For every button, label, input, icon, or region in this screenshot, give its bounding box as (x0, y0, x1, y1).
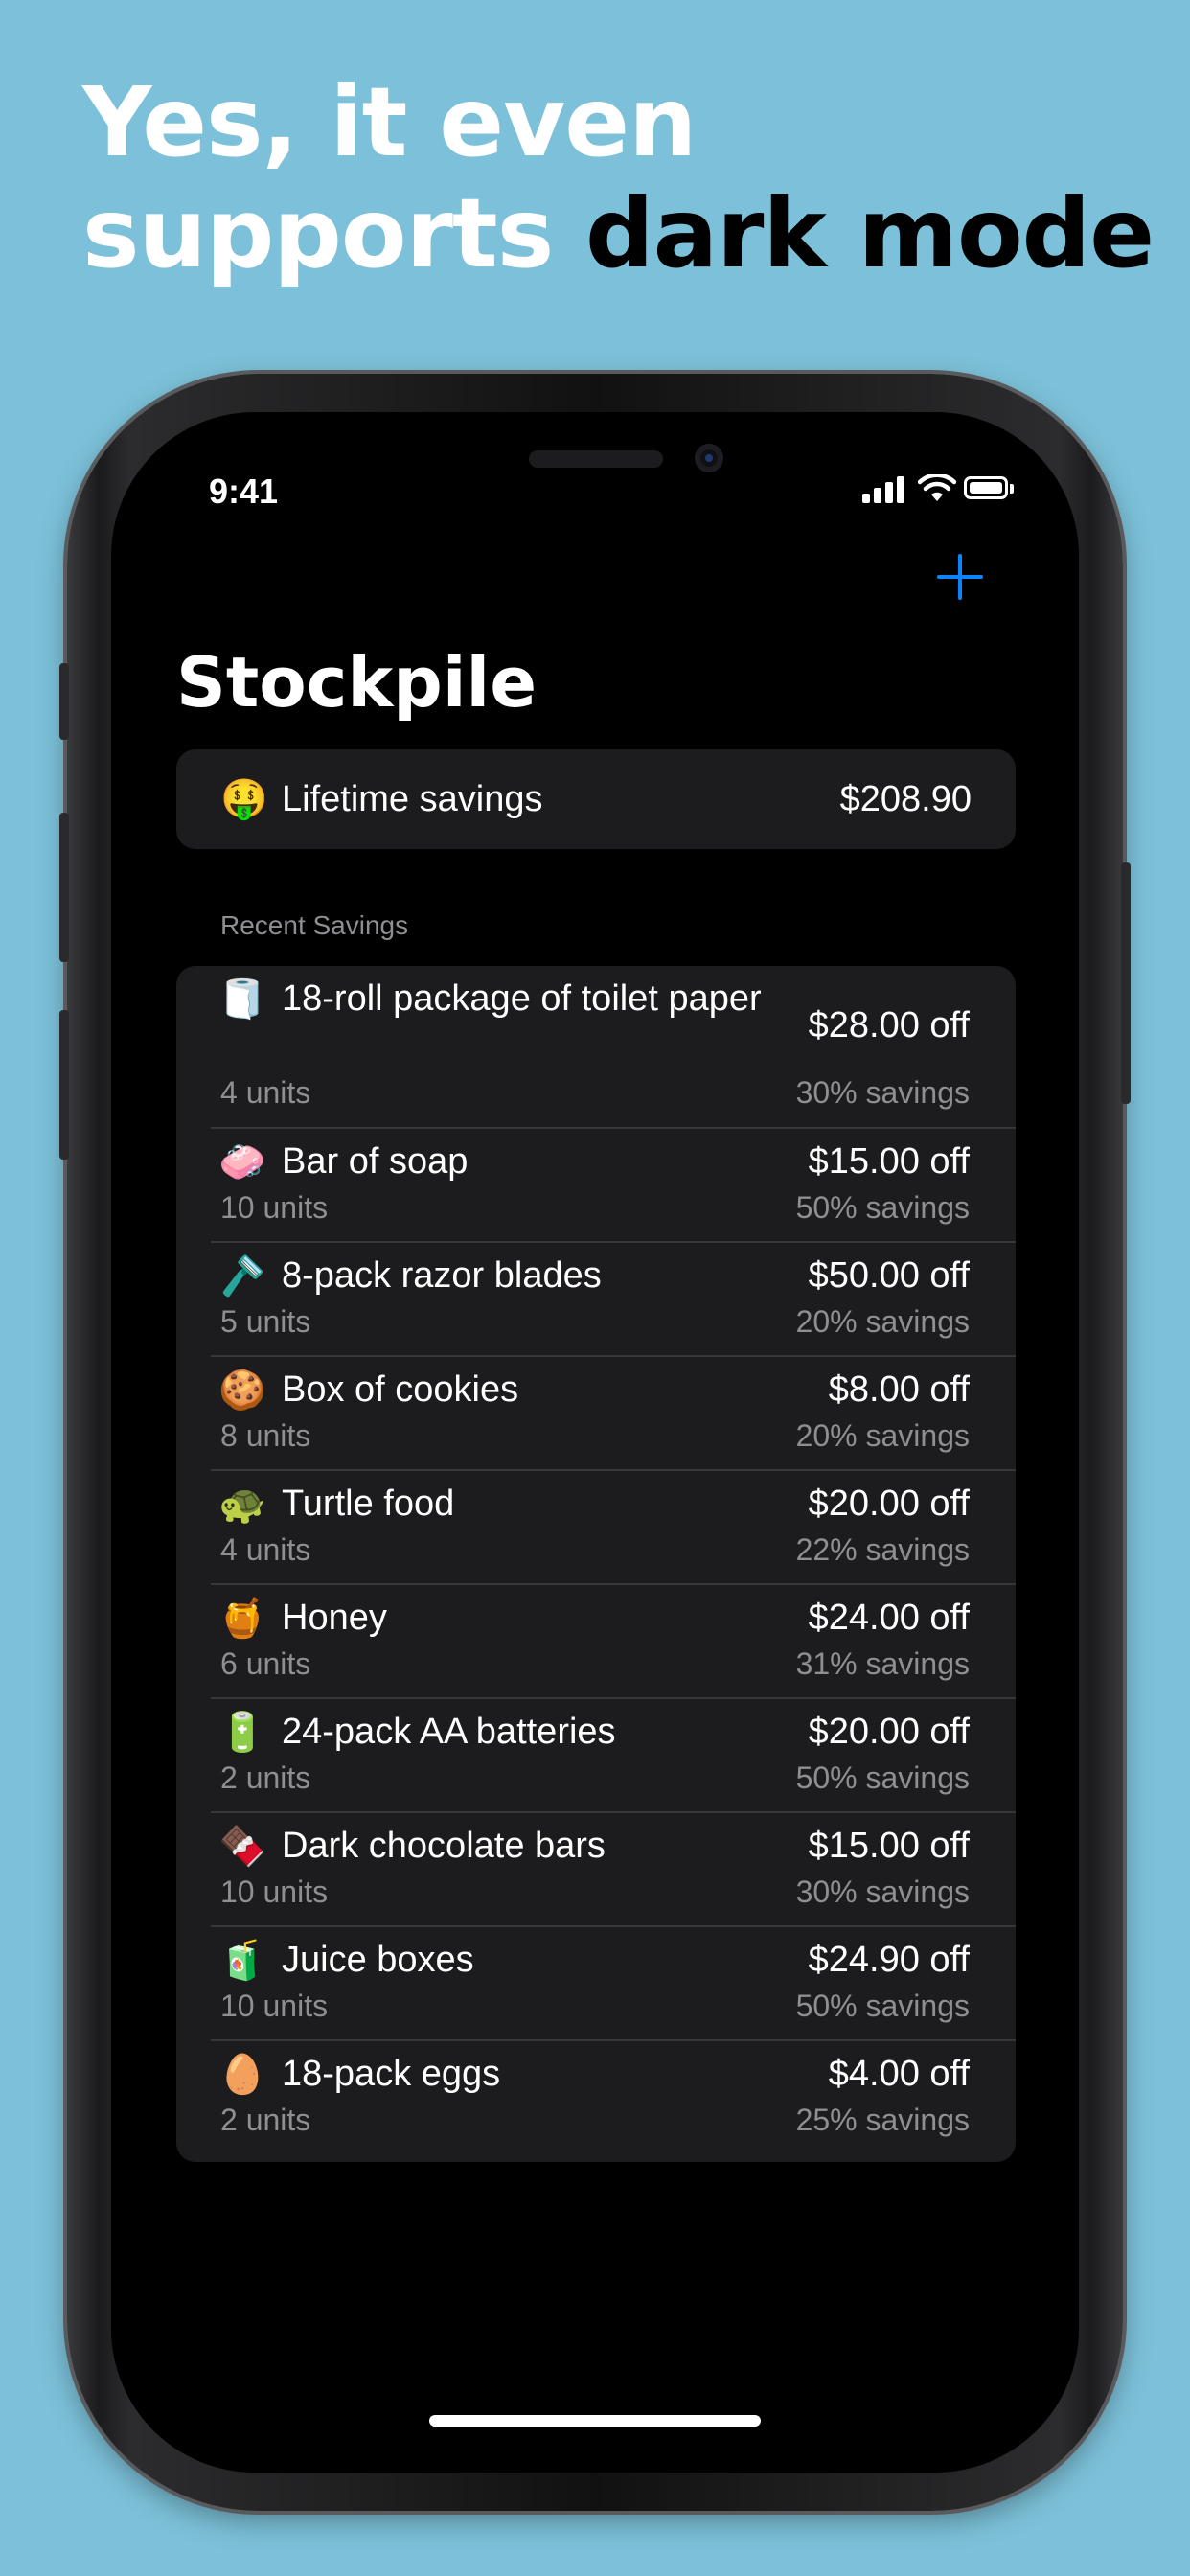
earpiece-speaker (529, 450, 663, 468)
headline-line2-light: supports (82, 177, 554, 289)
item-discount: $50.00 off (808, 1255, 970, 1296)
item-units: 2 units (220, 1760, 311, 1795)
item-discount: $20.00 off (808, 1712, 970, 1752)
item-savings-percent: 25% savings (795, 2103, 970, 2137)
headline-line1: Yes, it even (82, 66, 697, 178)
battery-emoji-icon: 🔋 (218, 1712, 266, 1754)
toilet-paper-icon: 🧻 (218, 978, 266, 1021)
item-name: Dark chocolate bars (282, 1826, 606, 1866)
list-item[interactable]: 🍯 Honey 6 units $24.00 off 31% savings (176, 1585, 1016, 1699)
item-name: 8-pack razor blades (282, 1255, 602, 1296)
item-units: 5 units (220, 1304, 311, 1339)
wifi-icon (918, 474, 956, 501)
volume-down-button (59, 1010, 69, 1160)
item-discount: $15.00 off (808, 1141, 970, 1182)
item-units: 6 units (220, 1646, 311, 1681)
item-name: Box of cookies (282, 1369, 519, 1410)
chocolate-icon: 🍫 (218, 1826, 266, 1868)
item-savings-percent: 50% savings (795, 1989, 970, 2023)
item-name: Juice boxes (282, 1940, 474, 1980)
item-savings-percent: 30% savings (795, 1874, 970, 1909)
headline-line2-dark: dark mode (585, 177, 1155, 289)
list-item[interactable]: 🧻 18-roll package of toilet paper 4 units $… (176, 966, 1016, 1129)
egg-icon: 🥚 (218, 2054, 266, 2096)
list-item[interactable]: 🪒 8-pack razor blades 5 units $50.00 off 20%… (176, 1243, 1016, 1357)
razor-icon: 🪒 (218, 1255, 266, 1298)
lifetime-savings-label: Lifetime savings (282, 779, 543, 819)
promo-headline: Yes, it even supports dark mode (82, 66, 1155, 289)
item-name: 24-pack AA batteries (282, 1712, 616, 1752)
item-units: 10 units (220, 1874, 329, 1909)
front-camera (695, 444, 723, 472)
item-savings-percent: 20% savings (795, 1418, 970, 1453)
money-face-icon: 🤑 (220, 778, 268, 820)
item-name: Honey (282, 1598, 387, 1638)
item-units: 2 units (220, 2103, 311, 2137)
item-discount: $24.00 off (808, 1598, 970, 1638)
page-title: Stockpile (176, 642, 538, 723)
item-discount: $15.00 off (808, 1826, 970, 1866)
item-discount: $28.00 off (808, 1005, 970, 1046)
item-discount: $20.00 off (808, 1484, 970, 1524)
list-item[interactable]: 🧃 Juice boxes 10 units $24.90 off 50% saving… (176, 1927, 1016, 2041)
status-time: 9:41 (209, 472, 279, 511)
item-units: 10 units (220, 1190, 329, 1225)
item-savings-percent: 30% savings (795, 1075, 970, 1110)
list-item[interactable]: 🐢 Turtle food 4 units $20.00 off 22% savings (176, 1471, 1016, 1585)
item-savings-percent: 50% savings (795, 1760, 970, 1795)
item-units: 4 units (220, 1532, 311, 1567)
lifetime-savings-value: $208.90 (839, 779, 972, 819)
juice-box-icon: 🧃 (218, 1940, 266, 1982)
section-header: Recent Savings (220, 910, 409, 940)
list-item[interactable]: 🍫 Dark chocolate bars 10 units $15.00 off 30… (176, 1813, 1016, 1927)
item-name: Turtle food (282, 1484, 455, 1524)
recent-savings-list: 🧻 18-roll package of toilet paper 4 units $… (176, 966, 1016, 2162)
item-discount: $8.00 off (828, 1369, 970, 1410)
item-discount: $24.90 off (808, 1940, 970, 1980)
turtle-icon: 🐢 (218, 1484, 266, 1526)
volume-up-button (59, 813, 69, 962)
soap-icon: 🧼 (218, 1141, 266, 1184)
item-units: 10 units (220, 1989, 329, 2023)
item-savings-percent: 50% savings (795, 1190, 970, 1225)
item-savings-percent: 22% savings (795, 1532, 970, 1567)
list-item[interactable]: 🧼 Bar of soap 10 units $15.00 off 50% saving… (176, 1129, 1016, 1243)
item-savings-percent: 31% savings (795, 1646, 970, 1681)
lifetime-savings-card[interactable]: 🤑 Lifetime savings $208.90 (176, 749, 1016, 849)
phone-screen: 9:41 Stockpile 🤑 Lifetime savings $208.9… (111, 412, 1079, 2472)
item-units: 8 units (220, 1418, 311, 1453)
signal-icon (862, 474, 908, 503)
list-item[interactable]: 🔋 24-pack AA batteries 2 units $20.00 off 50… (176, 1699, 1016, 1813)
side-button (1121, 862, 1131, 1104)
item-name: 18-pack eggs (282, 2054, 501, 2094)
silent-switch (59, 663, 69, 740)
status-icons (862, 474, 1016, 503)
list-item[interactable]: 🥚 18-pack eggs 2 units $4.00 off 25% savings (176, 2041, 1016, 2155)
home-indicator[interactable] (429, 2415, 761, 2426)
honey-icon: 🍯 (218, 1598, 266, 1640)
battery-icon (964, 476, 1008, 499)
cookie-icon: 🍪 (218, 1369, 266, 1412)
list-item[interactable]: 🍪 Box of cookies 8 units $8.00 off 20% savin… (176, 1357, 1016, 1471)
item-units: 4 units (220, 1075, 311, 1110)
item-savings-percent: 20% savings (795, 1304, 970, 1339)
add-button[interactable] (937, 554, 983, 600)
item-name: Bar of soap (282, 1141, 469, 1182)
item-name: 18-roll package of toilet paper (282, 978, 762, 1019)
item-discount: $4.00 off (828, 2054, 970, 2094)
